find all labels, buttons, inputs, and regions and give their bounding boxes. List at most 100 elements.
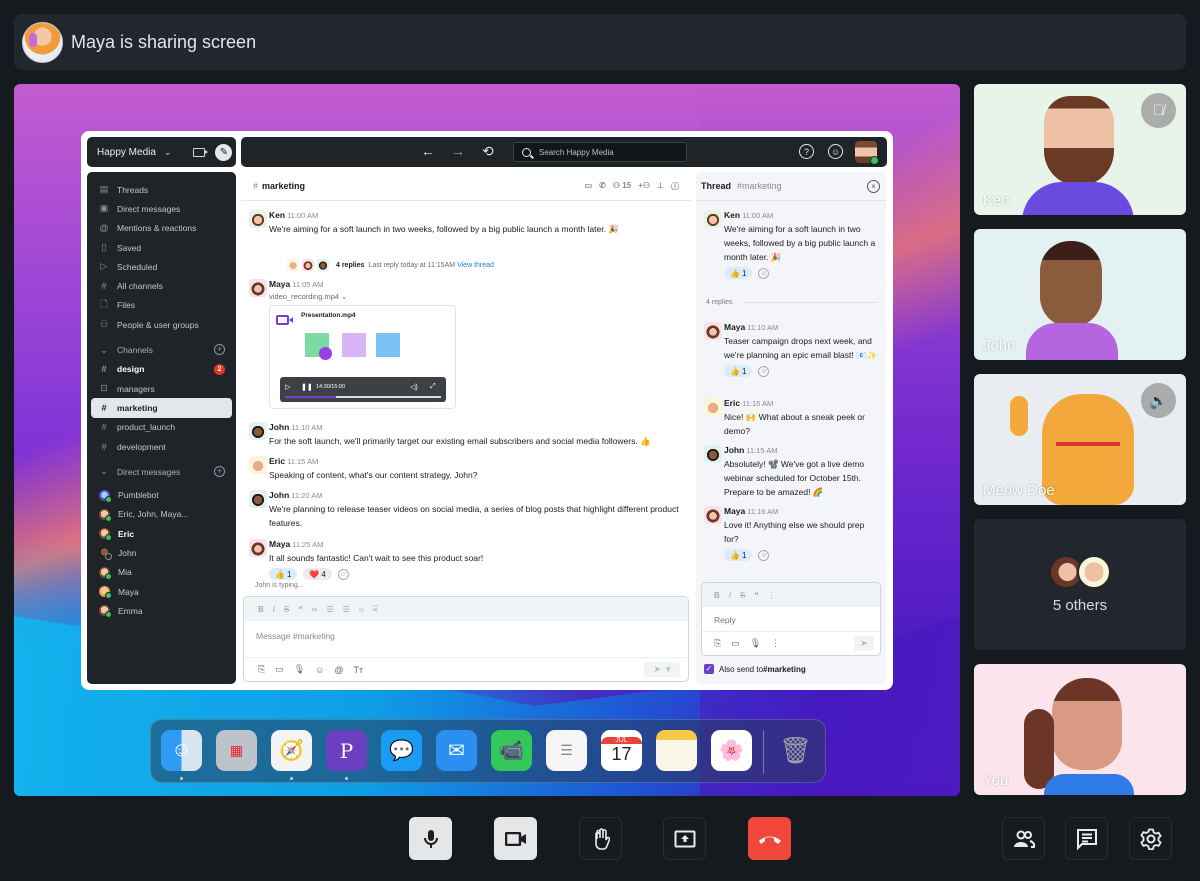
- dock-app-facetime[interactable]: 📹: [491, 730, 532, 771]
- participant-tile-john[interactable]: John: [974, 229, 1186, 360]
- share-screen-button[interactable]: [663, 817, 706, 860]
- strikethrough-icon[interactable]: S: [740, 591, 745, 600]
- file-toggle[interactable]: video_recording.mp4 ⌄: [269, 292, 456, 301]
- sidebar-dm-pumblebot[interactable]: Pumblebot: [87, 485, 236, 504]
- participant-tile-ken[interactable]: 🎙̸ Ken: [974, 84, 1186, 215]
- send-button[interactable]: ➤: [854, 636, 874, 651]
- sidebar-item-all-channels[interactable]: # All channels: [87, 276, 236, 295]
- add-reaction-icon[interactable]: ☺: [758, 365, 770, 377]
- compose-icon[interactable]: ✎: [215, 143, 233, 161]
- sidebar-item-threads[interactable]: ▤ Threads: [87, 180, 236, 199]
- message-author[interactable]: Ken: [269, 210, 285, 220]
- play-icon[interactable]: ▷: [285, 383, 290, 391]
- close-icon[interactable]: ×: [867, 180, 880, 193]
- checkbox-checked-icon[interactable]: ✓: [704, 664, 714, 674]
- sidebar-dm-emma[interactable]: Emma: [87, 601, 236, 620]
- quote-icon[interactable]: ❝: [298, 605, 302, 614]
- sidebar-channel-development[interactable]: # development: [87, 437, 236, 456]
- reaction-heart[interactable]: ❤️ 4: [303, 568, 332, 580]
- microphone-button[interactable]: [409, 817, 452, 860]
- thread-channel[interactable]: #marketing: [737, 181, 782, 191]
- message-author[interactable]: Eric: [269, 456, 285, 466]
- user-avatar[interactable]: [855, 141, 879, 165]
- message-author[interactable]: Ken: [724, 210, 740, 220]
- reaction-thumbs-up[interactable]: 👍 1: [269, 568, 298, 580]
- thread-summary[interactable]: 4 replies Last reply today at 11:15AM Vi…: [287, 259, 494, 271]
- participant-tile-meow-doe[interactable]: 🔈 Meow Doe: [974, 374, 1186, 505]
- phone-icon[interactable]: ✆: [599, 181, 606, 192]
- reaction-thumbs-up[interactable]: 👍 1: [724, 549, 753, 561]
- pause-icon[interactable]: ❚❚: [301, 383, 313, 391]
- dock-app-trash[interactable]: 🗑: [775, 730, 816, 771]
- message-author[interactable]: Maya: [269, 279, 290, 289]
- participant-tile-others[interactable]: 5 others: [974, 519, 1186, 650]
- sidebar-item-people[interactable]: ⚇ People & user groups: [87, 315, 236, 334]
- add-reaction-icon[interactable]: ☺: [337, 568, 349, 580]
- ordered-list-icon[interactable]: ☰: [326, 605, 333, 614]
- also-send-checkbox[interactable]: ✓ Also send to #marketing: [704, 664, 806, 674]
- message-author[interactable]: Maya: [724, 322, 745, 332]
- dms-section-toggle[interactable]: ⌄ Direct messages +: [87, 462, 236, 481]
- sidebar-dm-john[interactable]: John: [87, 543, 236, 562]
- raise-hand-button[interactable]: [579, 817, 622, 860]
- info-icon[interactable]: ⓘ: [671, 181, 679, 192]
- emoji-status-icon[interactable]: ☺: [828, 144, 843, 159]
- message-author[interactable]: Maya: [724, 506, 745, 516]
- link-icon[interactable]: ∞: [312, 605, 318, 614]
- gif-icon[interactable]: ▭: [731, 638, 740, 649]
- mention-icon[interactable]: @: [334, 665, 343, 675]
- sidebar-item-saved[interactable]: ▯ Saved: [87, 238, 236, 257]
- add-member-icon[interactable]: +⚇: [638, 181, 650, 192]
- message-author[interactable]: John: [724, 445, 744, 455]
- gif-icon[interactable]: ▭: [275, 664, 284, 675]
- strikethrough-icon[interactable]: S: [284, 605, 289, 614]
- leave-call-button[interactable]: [748, 817, 791, 860]
- sidebar-dm-eric[interactable]: Eric: [87, 524, 236, 543]
- camera-button[interactable]: [494, 817, 537, 860]
- message-author[interactable]: Eric: [724, 398, 740, 408]
- message-author[interactable]: John: [269, 490, 289, 500]
- sidebar-item-mentions[interactable]: @ Mentions & reactions: [87, 219, 236, 238]
- volume-icon[interactable]: ◁): [410, 383, 418, 391]
- participants-button[interactable]: [1002, 817, 1045, 860]
- dock-app-reminders[interactable]: ☰: [546, 730, 587, 771]
- dock-app-launchpad[interactable]: ▦: [216, 730, 257, 771]
- back-arrow-icon[interactable]: ←: [421, 143, 435, 159]
- view-thread-link[interactable]: View thread: [457, 262, 494, 269]
- more-icon[interactable]: ⋮: [768, 591, 776, 600]
- microphone-icon[interactable]: 🎙: [294, 664, 305, 675]
- attach-icon[interactable]: ⎘: [258, 664, 265, 675]
- help-icon[interactable]: ?: [799, 144, 814, 159]
- workspace-header[interactable]: Happy Media ⌄ ✎: [87, 137, 236, 167]
- members-icon[interactable]: ⚇ 15: [613, 181, 631, 192]
- fullscreen-icon[interactable]: ⤢: [430, 383, 436, 391]
- history-icon[interactable]: ⟲: [482, 143, 494, 160]
- code-icon[interactable]: ‹›: [359, 605, 364, 614]
- emoji-icon[interactable]: ☺: [315, 665, 324, 675]
- channels-section-toggle[interactable]: ⌄ Channels +: [87, 340, 236, 359]
- dock-app-finder[interactable]: ☺: [161, 730, 202, 771]
- code-block-icon[interactable]: ⌸: [373, 604, 378, 614]
- pin-icon[interactable]: ⊥: [657, 181, 664, 192]
- italic-icon[interactable]: I: [729, 591, 731, 600]
- sidebar-channel-managers[interactable]: ⊡ managers: [87, 379, 236, 398]
- attach-icon[interactable]: ⎘: [714, 638, 721, 649]
- add-channel-icon[interactable]: +: [214, 344, 225, 356]
- reply-input[interactable]: Reply: [714, 615, 736, 625]
- dock-app-messages[interactable]: 💬: [381, 730, 422, 771]
- chevron-down-icon[interactable]: ▾: [666, 664, 671, 675]
- chevron-down-icon[interactable]: ⌄: [164, 147, 172, 158]
- add-reaction-icon[interactable]: ☺: [758, 267, 770, 279]
- bold-icon[interactable]: B: [714, 591, 720, 600]
- send-button[interactable]: ➤ ▾: [644, 662, 680, 677]
- sidebar-item-scheduled[interactable]: ▷ Scheduled: [87, 257, 236, 276]
- bold-icon[interactable]: B: [258, 605, 264, 614]
- sidebar-dm-mia[interactable]: Mia: [87, 563, 236, 582]
- reaction-thumbs-up[interactable]: 👍 1: [724, 365, 753, 377]
- more-icon[interactable]: ⋮: [771, 638, 780, 649]
- dock-app-photos[interactable]: 🌸: [711, 730, 752, 771]
- add-dm-icon[interactable]: +: [214, 466, 225, 478]
- italic-icon[interactable]: I: [273, 605, 275, 614]
- chat-button[interactable]: [1065, 817, 1108, 860]
- sidebar-channel-product-launch[interactable]: # product_launch: [87, 418, 236, 437]
